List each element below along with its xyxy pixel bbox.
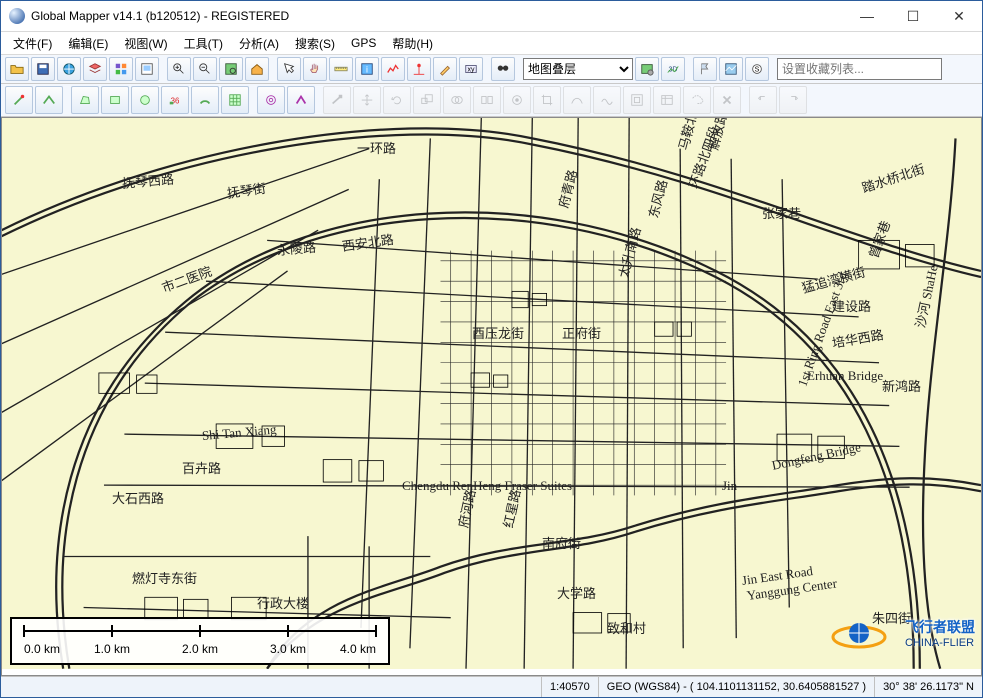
create-cogo-button[interactable] xyxy=(287,86,315,114)
find-button[interactable] xyxy=(491,57,515,81)
status-bar: 1:40570 GEO (WGS84) - ( 104.1101131152, … xyxy=(1,676,982,697)
svg-text:i: i xyxy=(366,65,368,75)
menu-view[interactable]: 视图(W) xyxy=(116,33,175,54)
save-button[interactable] xyxy=(31,57,55,81)
scale-tick-1: 1.0 km xyxy=(94,642,130,656)
island-button[interactable] xyxy=(623,86,651,114)
create-range-ring-button[interactable] xyxy=(257,86,285,114)
svg-text:S: S xyxy=(755,67,760,74)
pan-tool-button[interactable] xyxy=(303,57,327,81)
scale-tick-4: 4.0 km xyxy=(340,642,376,656)
open-button[interactable] xyxy=(5,57,29,81)
scripts-button[interactable]: S xyxy=(745,57,769,81)
combine-button[interactable] xyxy=(443,86,471,114)
menu-analyze[interactable]: 分析(A) xyxy=(231,33,287,54)
measure-tool-button[interactable] xyxy=(329,57,353,81)
gps-flag-button[interactable] xyxy=(693,57,717,81)
create-text-button[interactable]: 36 xyxy=(161,86,189,114)
create-arc-button[interactable] xyxy=(191,86,219,114)
zoom-out-button[interactable] xyxy=(193,57,217,81)
buffer-button[interactable] xyxy=(503,86,531,114)
menu-help[interactable]: 帮助(H) xyxy=(384,33,441,54)
layers-button[interactable] xyxy=(83,57,107,81)
map-viewport[interactable]: 一环路抚琴西路抚琴街永陵路西安北路张家巷马鞍北路解放路环路北四段建设路新鸿路猛追… xyxy=(1,117,982,676)
scale-bar: 0.0 km 1.0 km 2.0 km 3.0 km 4.0 km xyxy=(10,617,390,665)
titlebar: Global Mapper v14.1 (b120512) - REGISTER… xyxy=(1,1,982,32)
map-layout-button[interactable] xyxy=(135,57,159,81)
menu-edit[interactable]: 编辑(E) xyxy=(60,33,116,54)
create-grid-button[interactable] xyxy=(221,86,249,114)
map-canvas xyxy=(2,118,981,669)
delete-feature-button[interactable] xyxy=(713,86,741,114)
maximize-button[interactable]: ☐ xyxy=(890,1,936,31)
edit-vertex-button[interactable] xyxy=(323,86,351,114)
home-button[interactable] xyxy=(245,57,269,81)
coordinate-convert-button[interactable]: xy xyxy=(459,57,483,81)
menubar: 文件(F) 编辑(E) 视图(W) 工具(T) 分析(A) 搜索(S) GPS … xyxy=(1,32,982,55)
status-scale: 1:40570 xyxy=(541,677,598,697)
menu-search[interactable]: 搜索(S) xyxy=(287,33,343,54)
toolbar-row-2: 36 xyxy=(1,84,982,117)
split-button[interactable] xyxy=(473,86,501,114)
menu-tools[interactable]: 工具(T) xyxy=(176,33,231,54)
pointer-tool-button[interactable] xyxy=(277,57,301,81)
minimize-button[interactable]: — xyxy=(844,1,890,31)
online-sources-button[interactable] xyxy=(57,57,81,81)
app-icon xyxy=(9,8,25,24)
move-feature-button[interactable] xyxy=(353,86,381,114)
zoom-in-button[interactable] xyxy=(167,57,191,81)
overlay-select[interactable]: 地图叠层 xyxy=(523,58,633,80)
scale-tick-2: 2.0 km xyxy=(182,642,218,656)
rotate-feature-button[interactable] xyxy=(383,86,411,114)
crop-button[interactable] xyxy=(533,86,561,114)
los-tool-button[interactable] xyxy=(407,57,431,81)
window-title: Global Mapper v14.1 (b120512) - REGISTER… xyxy=(31,9,844,23)
zoom-full-button[interactable] xyxy=(219,57,243,81)
create-area-button[interactable] xyxy=(71,86,99,114)
scale-tick-3: 3.0 km xyxy=(270,642,306,656)
select-lasso-button[interactable] xyxy=(683,86,711,114)
image-rectify-button[interactable] xyxy=(719,57,743,81)
scale-feature-button[interactable] xyxy=(413,86,441,114)
profile-tool-button[interactable] xyxy=(381,57,405,81)
scale-tick-0: 0.0 km xyxy=(24,642,60,656)
favorites-input[interactable] xyxy=(777,58,942,80)
status-projection: GEO (WGS84) - ( 104.1101131152, 30.64058… xyxy=(598,677,874,697)
configure-button[interactable] xyxy=(109,57,133,81)
svg-text:xy: xy xyxy=(468,67,476,74)
attribute-button[interactable] xyxy=(653,86,681,114)
create-point-button[interactable] xyxy=(5,86,33,114)
feature-info-button[interactable]: i xyxy=(355,57,379,81)
menu-file[interactable]: 文件(F) xyxy=(5,33,60,54)
create-circle-button[interactable] xyxy=(131,86,159,114)
undo-button[interactable] xyxy=(749,86,777,114)
menu-gps[interactable]: GPS xyxy=(343,34,384,52)
close-button[interactable]: ✕ xyxy=(936,1,982,31)
overlay-options-button[interactable] xyxy=(635,57,659,81)
redo-button[interactable] xyxy=(779,86,807,114)
status-latlon: 30° 38' 26.1173" N xyxy=(874,677,982,697)
create-line-button[interactable] xyxy=(35,86,63,114)
simplify-button[interactable] xyxy=(563,86,591,114)
view-3d-button[interactable]: 3D xyxy=(661,57,685,81)
smooth-button[interactable] xyxy=(593,86,621,114)
digitizer-tool-button[interactable] xyxy=(433,57,457,81)
create-rect-button[interactable] xyxy=(101,86,129,114)
toolbar-row-1: i xy 地图叠层 3D S xyxy=(1,55,982,84)
